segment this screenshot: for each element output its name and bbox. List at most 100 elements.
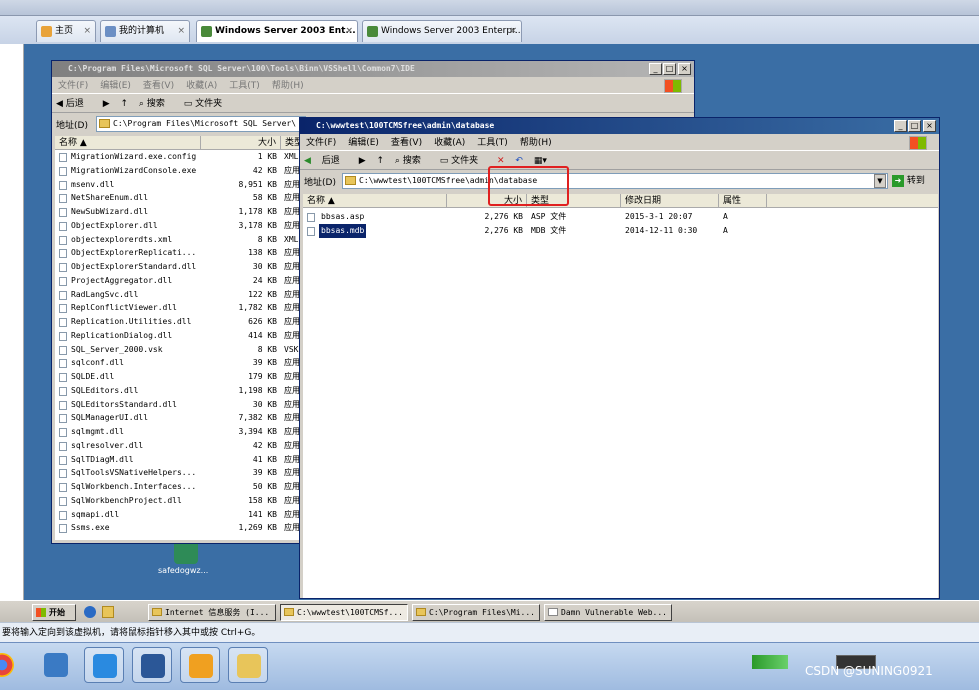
file-icon <box>59 208 67 217</box>
file-row[interactable]: MigrationWizardConsole.exe 42 KB 应用 <box>55 164 301 178</box>
file-row[interactable]: ReplicationDialog.dll 414 KB 应用 <box>55 329 301 343</box>
menu-help[interactable]: 帮助(H) <box>520 138 552 148</box>
column-name[interactable]: 名称 ▲ <box>55 136 201 150</box>
taskbar-item-iis[interactable]: Internet 信息服务 (I... <box>148 604 276 621</box>
close-button[interactable]: × <box>678 63 691 75</box>
menu-tools[interactable]: 工具(T) <box>229 81 260 91</box>
qq-pinned[interactable] <box>84 647 124 683</box>
vmware-pinned[interactable] <box>180 647 220 683</box>
file-row[interactable]: sqlconf.dll 39 KB 应用 <box>55 356 301 370</box>
maximize-button[interactable]: □ <box>908 120 921 132</box>
go-button[interactable]: ➜ 转到 <box>892 174 925 188</box>
file-row[interactable]: ReplConflictViewer.dll 1,782 KB 应用 <box>55 301 301 315</box>
ie-quicklaunch-icon[interactable] <box>84 606 96 618</box>
file-row[interactable]: ObjectExplorerReplicati... 138 KB 应用 <box>55 246 301 260</box>
close-icon[interactable]: × <box>83 21 91 41</box>
file-row[interactable]: sqmapi.dll 141 KB 应用 <box>55 508 301 522</box>
start-button[interactable]: 开始 <box>32 604 76 621</box>
undo-icon[interactable]: ↶ <box>515 156 523 166</box>
file-row[interactable]: bbsas.asp 2,276 KB ASP 文件 2015-3-1 20:07 A <box>303 210 773 224</box>
ie-pinned[interactable] <box>36 647 76 683</box>
file-row[interactable]: sqlresolver.dll 42 KB 应用 <box>55 439 301 453</box>
taskbar-item-dvwa[interactable]: Damn Vulnerable Web... <box>544 604 672 621</box>
tab-vm-active[interactable]: Windows Server 2003 Ent... × <box>196 20 358 42</box>
up-button[interactable]: ↑ <box>120 99 128 109</box>
file-row[interactable]: NewSubWizard.dll 1,178 KB 应用 <box>55 205 301 219</box>
menu-view[interactable]: 查看(V) <box>391 138 422 148</box>
menu-favorites[interactable]: 收藏(A) <box>186 81 217 91</box>
column-modified[interactable]: 修改日期 <box>621 194 719 208</box>
minimize-button[interactable]: _ <box>894 120 907 132</box>
file-row[interactable]: sqlmgmt.dll 3,394 KB 应用 <box>55 425 301 439</box>
file-row[interactable]: msenv.dll 8,951 KB 应用 <box>55 178 301 192</box>
close-button[interactable]: × <box>923 120 936 132</box>
file-row[interactable]: Replication.Utilities.dll 626 KB 应用 <box>55 315 301 329</box>
views-button[interactable]: ▦▾ <box>534 156 547 166</box>
chrome-pinned[interactable] <box>0 647 40 683</box>
up-button[interactable]: ↑ <box>376 156 384 166</box>
file-row[interactable]: SqlTDiagM.dll 41 KB 应用 <box>55 453 301 467</box>
forward-button[interactable]: ▶ <box>103 99 110 109</box>
file-row[interactable]: Ssms.exe 1,269 KB 应用 <box>55 521 301 535</box>
file-row[interactable]: NetShareEnum.dll 58 KB 应用 <box>55 191 301 205</box>
file-row[interactable]: objectexplorerdts.xml 8 KB XML <box>55 233 301 247</box>
column-attributes[interactable]: 属性 <box>719 194 767 208</box>
file-row[interactable]: SQLManagerUI.dll 7,382 KB 应用 <box>55 411 301 425</box>
file-row[interactable]: MigrationWizard.exe.config 1 KB XML <box>55 150 301 164</box>
delete-icon[interactable]: ✕ <box>497 156 505 166</box>
menu-favorites[interactable]: 收藏(A) <box>434 138 465 148</box>
word-pinned[interactable] <box>132 647 172 683</box>
menu-file[interactable]: 文件(F) <box>58 81 88 91</box>
file-icon <box>59 483 67 492</box>
column-name[interactable]: 名称 ▲ <box>303 194 447 208</box>
maximize-button[interactable]: □ <box>663 63 676 75</box>
menu-view[interactable]: 查看(V) <box>143 81 174 91</box>
back-button[interactable]: ◀ 后退 <box>56 99 92 109</box>
file-row[interactable]: SqlToolsVSNativeHelpers... 39 KB 应用 <box>55 466 301 480</box>
explorer-window-database[interactable]: C:\wwwtest\100TCMSfree\admin\database _ … <box>299 117 940 599</box>
file-type: ASP 文件 <box>531 212 567 221</box>
folders-button[interactable]: ▭ 文件夹 <box>440 156 486 166</box>
taskbar-item-database-folder[interactable]: C:\wwwtest\100TCMSf... <box>280 604 408 621</box>
file-row[interactable]: SQLEditors.dll 1,198 KB 应用 <box>55 384 301 398</box>
tab-vm-2[interactable]: Windows Server 2003 Enterpr... × <box>362 20 522 42</box>
file-icon <box>59 469 67 479</box>
network-signal-icon[interactable] <box>752 655 788 669</box>
address-dropdown-icon[interactable]: ▼ <box>874 174 886 188</box>
menu-file[interactable]: 文件(F) <box>306 138 336 148</box>
file-row[interactable]: SqlWorkbench.Interfaces... 50 KB 应用 <box>55 480 301 494</box>
menu-edit[interactable]: 编辑(E) <box>100 81 131 91</box>
file-row[interactable]: SQLDE.dll 179 KB 应用 <box>55 370 301 384</box>
address-input[interactable]: C:\Program Files\Microsoft SQL Server\ <box>96 116 306 132</box>
search-button[interactable]: ⌕ 搜索 <box>395 156 429 166</box>
explorer-quicklaunch-icon[interactable] <box>102 606 114 618</box>
close-icon[interactable]: × <box>345 21 353 41</box>
folders-button[interactable]: ▭ 文件夹 <box>184 99 230 109</box>
menu-edit[interactable]: 编辑(E) <box>348 138 379 148</box>
file-row[interactable]: SqlWorkbenchProject.dll 158 KB 应用 <box>55 494 301 508</box>
file-row[interactable]: SQLEditorsStandard.dll 30 KB 应用 <box>55 398 301 412</box>
column-type[interactable]: 类型 <box>281 136 301 150</box>
tab-home[interactable]: 主页 × <box>36 20 96 42</box>
minimize-button[interactable]: _ <box>649 63 662 75</box>
taskbar-item-ide-folder[interactable]: C:\Program Files\Mi... <box>412 604 540 621</box>
explorer-pinned[interactable] <box>228 647 268 683</box>
back-button[interactable]: ◀ 后退 <box>304 156 348 166</box>
menu-help[interactable]: 帮助(H) <box>272 81 304 91</box>
file-row[interactable]: ObjectExplorer.dll 3,178 KB 应用 <box>55 219 301 233</box>
menu-tools[interactable]: 工具(T) <box>477 138 508 148</box>
file-row[interactable]: bbsas.mdb 2,276 KB MDB 文件 2014-12-11 0:30 A <box>303 224 773 238</box>
close-icon[interactable]: × <box>509 21 517 41</box>
file-size: 158 KB <box>248 495 277 505</box>
close-icon[interactable]: × <box>177 21 185 41</box>
file-row[interactable]: ProjectAggregator.dll 24 KB 应用 <box>55 274 301 288</box>
search-button[interactable]: ⌕ 搜索 <box>139 99 173 109</box>
file-row[interactable]: ObjectExplorerStandard.dll 30 KB 应用 <box>55 260 301 274</box>
tab-my-computer[interactable]: 我的计算机 × <box>100 20 190 42</box>
file-icon <box>59 428 67 437</box>
address-input[interactable]: C:\wwwtest\100TCMSfree\admin\database <box>342 173 888 189</box>
file-row[interactable]: SQL_Server_2000.vsk 8 KB VSK <box>55 343 301 357</box>
file-row[interactable]: RadLangSvc.dll 122 KB 应用 <box>55 288 301 302</box>
forward-button[interactable]: ▶ <box>359 156 366 166</box>
column-size[interactable]: 大小 <box>201 136 281 150</box>
